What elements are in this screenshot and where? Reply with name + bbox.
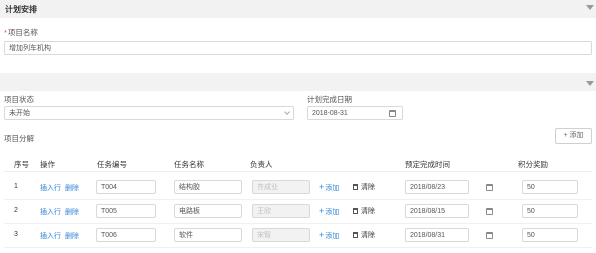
trash-icon: [353, 232, 358, 238]
plan-section-header[interactable]: 计划安排: [0, 0, 596, 18]
clear-owner-link[interactable]: 清除: [353, 230, 375, 240]
owner-input[interactable]: 宋智: [252, 228, 310, 242]
due-date-label: 计划完成日期: [307, 95, 352, 104]
row-seq: 1: [14, 183, 18, 190]
collapse-caret-icon[interactable]: [586, 5, 594, 10]
insert-row-link[interactable]: 插入行: [40, 183, 61, 193]
due-date-value: 2018-08-31: [312, 110, 348, 117]
calendar-icon[interactable]: [486, 184, 493, 191]
task-no-input[interactable]: T004: [96, 180, 156, 194]
breakdown-label: 项目分解: [4, 134, 34, 143]
task-name-input[interactable]: 结构胶: [174, 180, 242, 194]
table-row: 3 插入行 删除 T006 软件 宋智 +添加 清除 2018/08/31 50: [4, 224, 592, 248]
add-owner-link[interactable]: +添加: [319, 206, 339, 217]
trash-icon: [353, 208, 358, 214]
add-task-button[interactable]: + 添加: [555, 128, 592, 144]
col-points: 积分奖励: [518, 160, 548, 169]
detail-section-header[interactable]: [0, 73, 596, 91]
due-date-cell-input[interactable]: 2018/08/31: [405, 228, 469, 242]
insert-row-link[interactable]: 插入行: [40, 207, 61, 217]
col-actions: 操作: [40, 160, 55, 169]
required-mark: *: [4, 28, 7, 37]
insert-row-link[interactable]: 插入行: [40, 231, 61, 241]
add-owner-text: 添加: [325, 233, 340, 240]
col-task-name: 任务名称: [174, 160, 204, 169]
row-seq: 2: [14, 207, 18, 214]
trash-icon: [353, 184, 358, 190]
project-status-value: 未开始: [9, 110, 30, 117]
clear-owner-link[interactable]: 清除: [353, 182, 375, 192]
add-owner-text: 添加: [325, 209, 340, 216]
task-name-input[interactable]: 软件: [174, 228, 242, 242]
clear-owner-text: 清除: [361, 184, 375, 191]
task-no-input[interactable]: T005: [96, 204, 156, 218]
points-input[interactable]: 50: [522, 204, 578, 218]
clear-owner-link[interactable]: 清除: [353, 206, 375, 216]
owner-input[interactable]: 齐成业: [252, 180, 310, 194]
plus-icon: +: [319, 230, 325, 240]
plus-icon: +: [319, 206, 325, 216]
due-date-input[interactable]: 2018-08-31: [307, 106, 403, 120]
task-no-input[interactable]: T006: [96, 228, 156, 242]
project-status-label: 项目状态: [4, 95, 34, 104]
table-header: 序号 操作 任务编号 任务名称 负责人 预定完成时间 积分奖励: [4, 153, 592, 172]
points-input[interactable]: 50: [522, 228, 578, 242]
row-seq: 3: [14, 231, 18, 238]
delete-row-link[interactable]: 删除: [65, 231, 79, 241]
calendar-icon[interactable]: [389, 110, 396, 117]
plan-section-title: 计划安排: [5, 5, 37, 14]
col-owner: 负责人: [250, 160, 273, 169]
clear-owner-text: 清除: [361, 232, 375, 239]
plus-icon: +: [319, 182, 325, 192]
col-task-no: 任务编号: [97, 160, 127, 169]
owner-input[interactable]: 王欣: [252, 204, 310, 218]
project-status-select[interactable]: 未开始: [4, 106, 294, 120]
delete-row-link[interactable]: 删除: [65, 183, 79, 193]
project-name-label: *项目名称: [4, 27, 38, 38]
col-seq: 序号: [14, 160, 29, 169]
project-name-label-text: 项目名称: [7, 28, 38, 37]
table-row: 2 插入行 删除 T005 电路板 王欣 +添加 清除 2018/08/15 5…: [4, 200, 592, 224]
due-date-cell-input[interactable]: 2018/08/23: [405, 180, 469, 194]
clear-owner-text: 清除: [361, 208, 375, 215]
chevron-down-icon: [284, 109, 290, 115]
calendar-icon[interactable]: [486, 208, 493, 215]
add-owner-text: 添加: [325, 185, 340, 192]
project-name-input[interactable]: 增加列车机构: [4, 41, 592, 55]
add-owner-link[interactable]: +添加: [319, 182, 339, 193]
col-due: 预定完成时间: [405, 160, 450, 169]
add-owner-link[interactable]: +添加: [319, 230, 339, 241]
delete-row-link[interactable]: 删除: [65, 207, 79, 217]
due-date-cell-input[interactable]: 2018/08/15: [405, 204, 469, 218]
collapse-caret-icon-2[interactable]: [586, 81, 594, 86]
calendar-icon[interactable]: [486, 232, 493, 239]
table-row: 1 插入行 删除 T004 结构胶 齐成业 +添加 清除 2018/08/23 …: [4, 176, 592, 200]
points-input[interactable]: 50: [522, 180, 578, 194]
task-name-input[interactable]: 电路板: [174, 204, 242, 218]
